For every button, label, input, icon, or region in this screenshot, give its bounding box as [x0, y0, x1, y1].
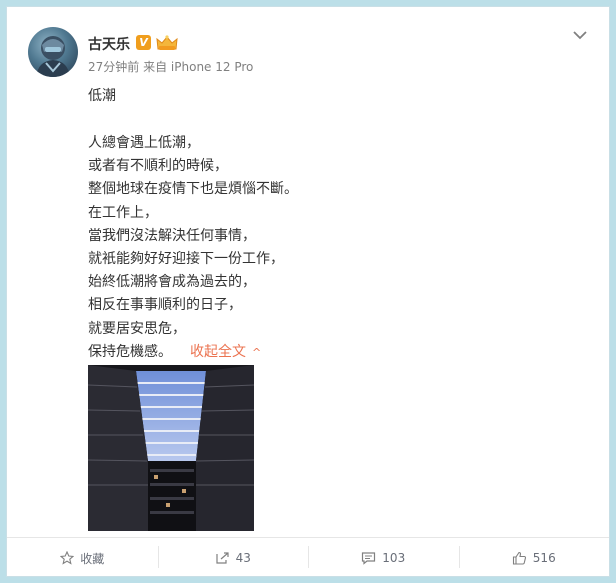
repost-count: 43 [235, 551, 251, 565]
post-line: 人總會遇上低潮， [88, 135, 200, 151]
star-icon [60, 551, 75, 565]
comment-count: 103 [382, 551, 406, 565]
post-line: 整個地球在疫情下也是煩惱不斷。 [88, 181, 298, 198]
username[interactable]: 古天乐 [88, 34, 130, 54]
favorite-button[interactable]: 收藏 [7, 538, 158, 578]
vip-crown-icon [156, 35, 178, 50]
post-meta: 27分钟前 来自 iPhone 12 Pro [88, 58, 253, 75]
post-image[interactable] [88, 365, 254, 531]
favorite-label: 收藏 [80, 551, 105, 566]
repost-icon [216, 552, 229, 564]
chevron-down-icon[interactable] [572, 27, 588, 43]
thumbs-up-icon [512, 551, 526, 565]
chevron-up-icon: ^ [252, 345, 262, 359]
repost-button[interactable]: 43 [157, 538, 309, 578]
collapse-label: 收起全文 [190, 343, 246, 360]
action-bar: 收藏 43 103 516 [7, 537, 609, 578]
post-line: 就要居安思危， [88, 320, 186, 337]
like-count: 516 [532, 551, 556, 565]
atrium-photo [88, 365, 254, 531]
page-background: 古天乐 V 27分钟前 来自 iPhone 12 Pro 低潮 人總會遇上低潮，… [0, 0, 616, 583]
post-line: 保持危機感。 [88, 343, 172, 360]
collapse-fulltext-link[interactable]: 收起全文 ^ [190, 344, 261, 360]
post-line: 當我們沒法解決任何事情， [88, 227, 256, 244]
post-source: 来自 iPhone 12 Pro [143, 60, 254, 74]
post-line: 相反在事事順利的日子， [88, 297, 242, 314]
avatar[interactable] [28, 27, 78, 77]
like-button[interactable]: 516 [458, 538, 610, 578]
post-time[interactable]: 27分钟前 [88, 60, 139, 74]
post-line: 始終低潮將會成為過去的， [88, 274, 256, 291]
comment-button[interactable]: 103 [308, 538, 459, 578]
comment-icon [362, 552, 376, 565]
post-body: 人總會遇上低潮， 或者有不順利的時候， 整個地球在疫情下也是煩惱不斷。 在工作上… [88, 132, 298, 364]
post-title: 低潮 [88, 88, 116, 104]
post-line-last: 保持危機感。 收起全文 ^ [88, 341, 298, 364]
post-line: 就衹能夠好好迎接下一份工作， [88, 251, 284, 268]
verified-badge-icon: V [136, 35, 151, 50]
weibo-post-card: 古天乐 V 27分钟前 来自 iPhone 12 Pro 低潮 人總會遇上低潮，… [6, 6, 610, 577]
post-line: 在工作上， [88, 204, 158, 221]
avatar-image [36, 36, 70, 77]
post-line: 或者有不順利的時候， [88, 158, 228, 175]
